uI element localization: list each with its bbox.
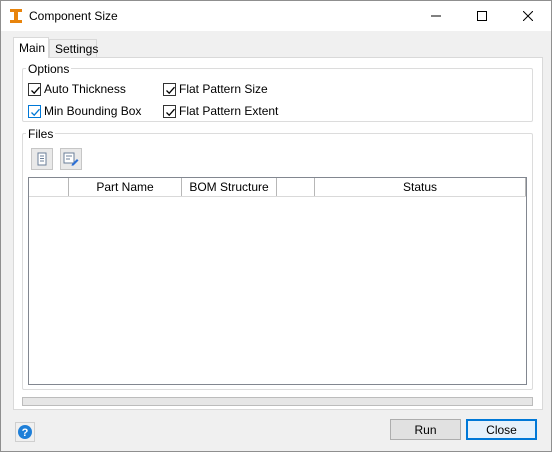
tab-main[interactable]: Main [13, 37, 49, 58]
tab-settings-label: Settings [55, 41, 99, 56]
auto-thickness-label: Auto Thickness [44, 82, 126, 96]
checkmark-icon [166, 86, 175, 94]
component-size-window: Component Size Main Settings Options Aut… [0, 0, 552, 452]
checkbox-box[interactable] [28, 82, 41, 96]
checkbox-box[interactable] [163, 104, 176, 118]
auto-thickness-checkbox[interactable]: Auto Thickness [28, 82, 126, 96]
maximize-button[interactable] [459, 1, 505, 31]
checkmark-icon [166, 108, 175, 116]
minimize-button[interactable] [413, 1, 459, 31]
svg-text:?: ? [22, 427, 29, 439]
column-header-select[interactable] [29, 178, 69, 196]
progress-bar [22, 397, 533, 406]
window-title: Component Size [29, 9, 118, 23]
add-files-button[interactable] [31, 148, 53, 170]
min-bounding-box-label: Min Bounding Box [44, 104, 142, 118]
column-header-blank[interactable] [277, 178, 315, 196]
column-header-status[interactable]: Status [315, 178, 526, 196]
close-button[interactable]: Close [466, 419, 537, 440]
close-button-label: Close [486, 422, 517, 437]
title-bar[interactable]: Component Size [1, 1, 551, 31]
help-icon: ? [18, 425, 32, 439]
checkbox-box[interactable] [28, 104, 41, 118]
flat-pattern-extent-label: Flat Pattern Extent [179, 104, 279, 118]
edit-list-icon [63, 152, 79, 166]
window-close-button[interactable] [505, 1, 551, 31]
help-button[interactable]: ? [15, 422, 35, 442]
files-table[interactable]: Part Name BOM Structure Status [28, 177, 527, 385]
maximize-icon [477, 11, 487, 21]
column-header-part-name[interactable]: Part Name [69, 178, 182, 196]
min-bounding-box-checkbox[interactable]: Min Bounding Box [28, 104, 141, 118]
run-button-label: Run [414, 422, 437, 437]
app-logo-icon [9, 8, 23, 24]
checkmark-icon [31, 86, 40, 94]
flat-pattern-size-label: Flat Pattern Size [179, 82, 268, 96]
files-group-label: Files [26, 127, 56, 141]
files-table-header: Part Name BOM Structure Status [29, 178, 526, 197]
checkbox-box[interactable] [163, 82, 176, 96]
column-header-bom-structure[interactable]: BOM Structure [182, 178, 277, 196]
minimize-icon [431, 15, 441, 17]
edit-files-button[interactable] [60, 148, 82, 170]
tab-main-label: Main [19, 41, 46, 55]
flat-pattern-size-checkbox[interactable]: Flat Pattern Size [163, 82, 268, 96]
tab-settings[interactable]: Settings [49, 39, 99, 57]
checkmark-icon [31, 108, 40, 116]
close-icon [523, 11, 533, 21]
run-button[interactable]: Run [390, 419, 461, 440]
list-document-icon [37, 152, 47, 166]
options-group-label: Options [26, 62, 72, 76]
flat-pattern-extent-checkbox[interactable]: Flat Pattern Extent [163, 104, 278, 118]
